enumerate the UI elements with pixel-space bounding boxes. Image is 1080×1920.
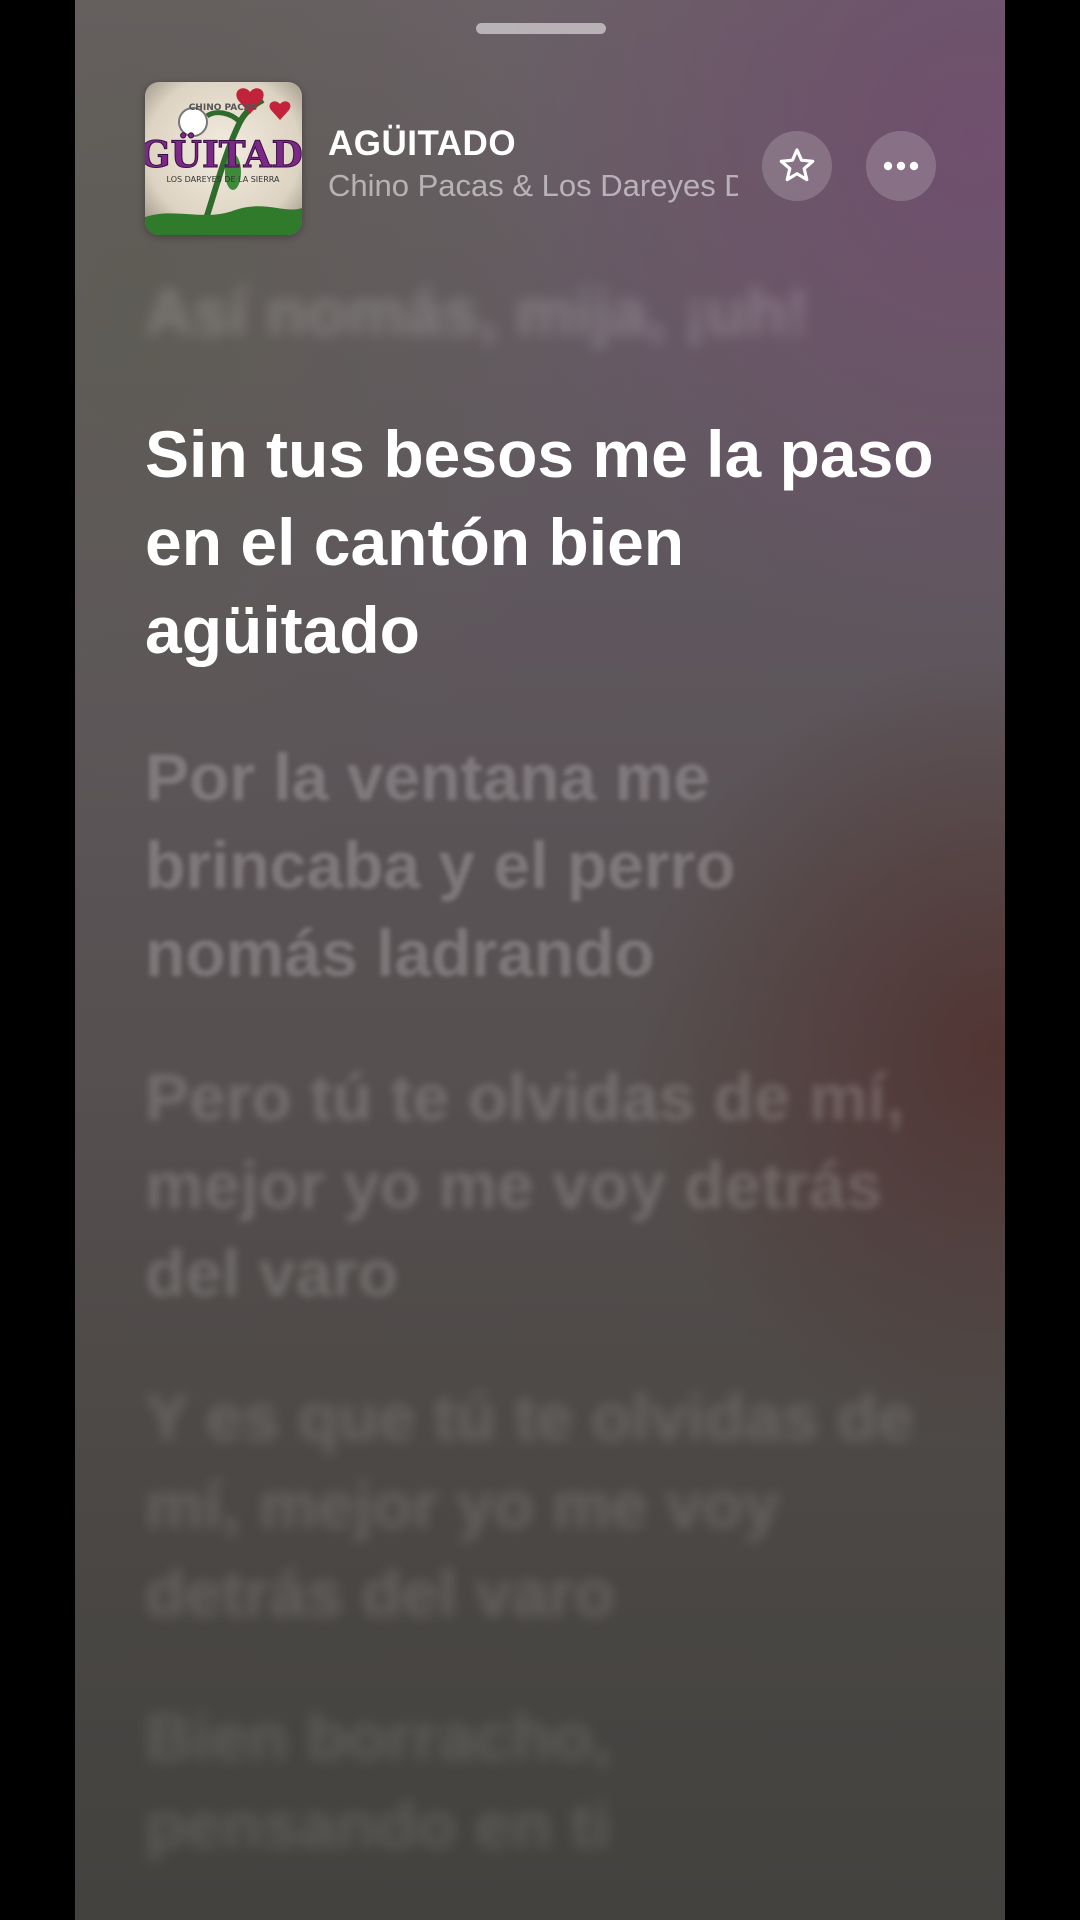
more-options-button[interactable]: [866, 131, 936, 201]
lyric-line-upcoming[interactable]: Y es que tú te olvidas de mí, mejor yo m…: [145, 1373, 935, 1637]
lyrics-screen: AGÜITADO LOS DAREYES DE LA SIERRA CHINO …: [75, 0, 1005, 1920]
lyric-line-previous[interactable]: Así nomás, mija, ¡uh!: [145, 268, 935, 356]
favorite-button[interactable]: [762, 131, 832, 201]
sheet-grabber[interactable]: [476, 23, 606, 34]
song-title: AGÜITADO: [328, 124, 517, 163]
lyric-line-upcoming[interactable]: Pero tú te olvidas de mí, mejor yo me vo…: [145, 1053, 935, 1317]
album-artwork-subtitle: LOS DAREYES DE LA SIERRA: [167, 175, 280, 184]
lyric-line-current[interactable]: Sin tus besos me la paso en el cantón bi…: [145, 410, 935, 674]
ellipsis-icon: [883, 161, 919, 171]
album-artwork-image: AGÜITADO LOS DAREYES DE LA SIERRA CHINO …: [145, 82, 302, 235]
lyric-line-upcoming[interactable]: Bien borracho, pensando en ti: [145, 1693, 765, 1869]
album-artwork-artist: CHINO PACAS: [189, 103, 258, 113]
album-artwork-title: AGÜITADO: [145, 133, 302, 176]
album-artwork[interactable]: AGÜITADO LOS DAREYES DE LA SIERRA CHINO …: [145, 82, 302, 235]
lyric-line-upcoming[interactable]: Por la ventana me brincaba y el perro no…: [145, 733, 935, 997]
star-icon: [779, 148, 815, 182]
song-artist[interactable]: Chino Pacas & Los Dareyes De La Sierra: [328, 168, 738, 204]
